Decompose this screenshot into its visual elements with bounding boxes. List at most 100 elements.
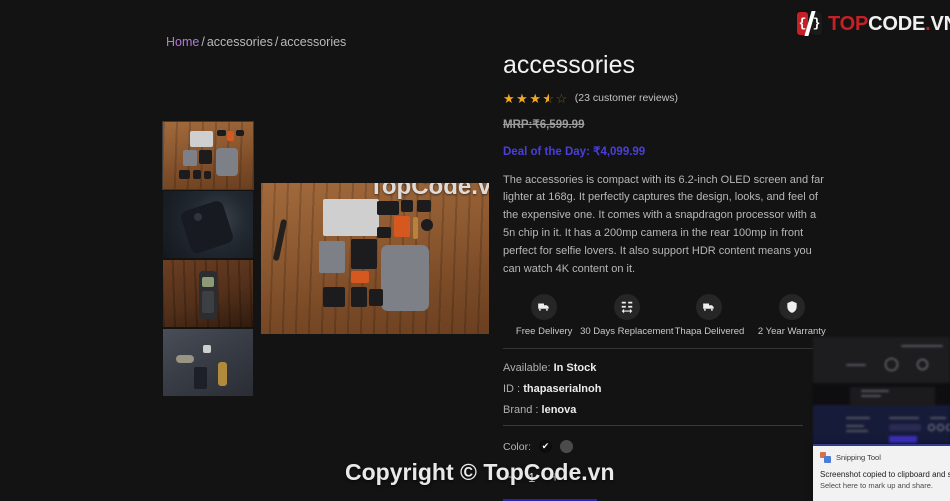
product-id-value: thapaserialnoh <box>523 383 602 396</box>
thumb-nokia-keypad <box>202 291 214 313</box>
availability-row: Available: In Stock <box>503 362 843 374</box>
availability-label: Available: <box>503 362 551 375</box>
thumbnail-accessories-flatlay[interactable] <box>163 329 253 396</box>
thumb-sunglasses <box>176 355 194 363</box>
thumb-watch <box>218 362 227 386</box>
color-swatch-gray[interactable] <box>560 440 574 454</box>
watermark-main-image: TopCode.vn <box>369 183 489 200</box>
deal-label: Deal of the Day: <box>503 145 590 158</box>
product-meta: Available: In Stock ID : thapaserialnoh … <box>503 362 843 427</box>
bg-panel-social-1 <box>928 424 935 431</box>
product-id-label: ID : <box>503 383 521 396</box>
bg-panel-col-1-head <box>846 417 870 419</box>
main-battery <box>401 200 413 212</box>
main-lens-2 <box>351 287 367 307</box>
breadcrumb-separator-1: / <box>201 35 205 49</box>
bg-panel-heading <box>901 345 943 347</box>
brand-value: lenova <box>541 404 577 417</box>
bg-panel-email-input <box>889 424 921 431</box>
main-camera-2 <box>323 287 345 307</box>
rating-row: ★ ★ ★ ☆ ☆ (23 customer reviews) <box>503 92 843 105</box>
bg-panel-col-2-head <box>889 417 919 419</box>
thumbnail-camera-gear-flatlay[interactable] <box>162 121 254 190</box>
main-flash <box>377 201 399 215</box>
main-small-box <box>377 227 391 238</box>
thumb-flash <box>217 130 226 136</box>
feature-label: 30 Days Replacement <box>580 326 674 338</box>
feature-label: 2 Year Warranty <box>757 326 826 338</box>
thumbnail-black-phone[interactable] <box>163 191 253 258</box>
notification-primary-text: Screenshot copied to clipboard and s <box>820 470 950 479</box>
main-lens-3 <box>369 289 383 306</box>
color-selector: Color: ✔ <box>503 440 843 454</box>
feature-replacement: 30 Days Replacement <box>580 294 674 337</box>
main-product-image[interactable]: TopCode.vn <box>261 183 489 334</box>
notification-secondary-text[interactable]: Select here to mark up and share. <box>820 481 950 490</box>
thumb-lens-c <box>204 171 211 179</box>
bg-panel-submit-button <box>889 436 917 443</box>
feature-thapa-delivered: Thapa Delivered <box>668 294 750 337</box>
main-laptop <box>323 199 379 236</box>
thumb-laptop <box>190 131 213 147</box>
bg-panel-card-line-1 <box>861 390 889 392</box>
mrp-price: MRP:₹6,599.99 <box>503 117 843 131</box>
background-page-preview <box>813 337 950 447</box>
star-rating[interactable]: ★ ★ ★ ☆ ☆ <box>503 92 568 105</box>
logo-wordmark: TOPCODE.VN <box>828 14 950 34</box>
main-lens-top <box>417 200 431 212</box>
breadcrumb-level-3: accessories <box>280 35 347 49</box>
bg-panel-col-1-b <box>846 430 868 432</box>
logo-text-vn: VN <box>930 12 950 35</box>
star-filled-3: ★ <box>529 90 542 106</box>
main-pouch <box>319 241 345 273</box>
thumb-phone-camera <box>194 213 202 221</box>
notification-body: Screenshot copied to clipboard and s Sel… <box>813 463 950 490</box>
feature-warranty: 2 Year Warranty <box>751 294 833 337</box>
thumb-camera-small <box>179 170 190 179</box>
main-pen <box>413 217 418 239</box>
star-filled-1: ★ <box>503 90 516 106</box>
deal-price: Deal of the Day: ₹4,099.99 <box>503 144 843 158</box>
star-filled-2: ★ <box>516 90 529 106</box>
truck-icon <box>696 294 723 321</box>
color-swatch-black[interactable]: ✔ <box>539 440 553 454</box>
main-backpack <box>381 245 429 311</box>
star-empty-5: ☆ <box>555 90 568 106</box>
breadcrumb-home-link[interactable]: Home <box>166 35 199 49</box>
bg-panel-social-2 <box>937 424 944 431</box>
thumb-backpack <box>216 148 238 176</box>
thumbnail-nokia-phone[interactable] <box>163 260 253 327</box>
meta-divider <box>503 425 803 427</box>
breadcrumb-separator-2: / <box>274 35 279 49</box>
product-info-panel: accessories ★ ★ ★ ☆ ☆ (23 customer revie… <box>503 51 843 501</box>
product-description: The accessories is compact with its 6.2-… <box>503 173 824 275</box>
bg-panel-top <box>813 337 950 384</box>
bg-panel-col-1-a <box>846 425 864 427</box>
logo-text-top: TOP <box>828 12 869 35</box>
star-half-4: ☆ <box>542 92 554 105</box>
check-icon: ✔ <box>541 441 550 452</box>
thumb-earbuds-case <box>203 345 211 353</box>
thumb-camera-body <box>199 150 212 164</box>
product-id-row: ID : thapaserialnoh <box>503 383 843 395</box>
feature-label: Thapa Delivered <box>674 326 745 338</box>
main-lens-cap <box>421 219 433 231</box>
thumb-orange-case <box>227 131 234 141</box>
mrp-label: MRP: <box>503 118 533 131</box>
bg-panel-brand-1 <box>846 364 866 366</box>
replacement-arrows-icon <box>613 294 640 321</box>
page-title: accessories <box>503 51 635 79</box>
bg-panel-card-line-2 <box>861 395 881 397</box>
product-page: { } TOPCODE.VN Home/accessories/accessor… <box>0 0 950 501</box>
color-label: Color: <box>503 440 532 453</box>
feature-badges: Free Delivery 30 Days Replacement Thapa … <box>503 294 833 350</box>
main-camera-body <box>351 239 377 269</box>
snip-icon-part-b <box>824 456 831 463</box>
breadcrumb-level-2[interactable]: accessories <box>207 35 273 49</box>
logo-bracket-icon: { } <box>796 10 823 37</box>
watermark-copyright: Copyright © TopCode.vn <box>345 459 615 485</box>
logo-text-code: CODE <box>868 12 926 35</box>
review-count[interactable]: (23 customer reviews) <box>575 92 678 104</box>
snipping-tool-notification[interactable]: Snipping Tool Screenshot copied to clipb… <box>813 444 950 501</box>
main-orange-case <box>394 216 410 237</box>
